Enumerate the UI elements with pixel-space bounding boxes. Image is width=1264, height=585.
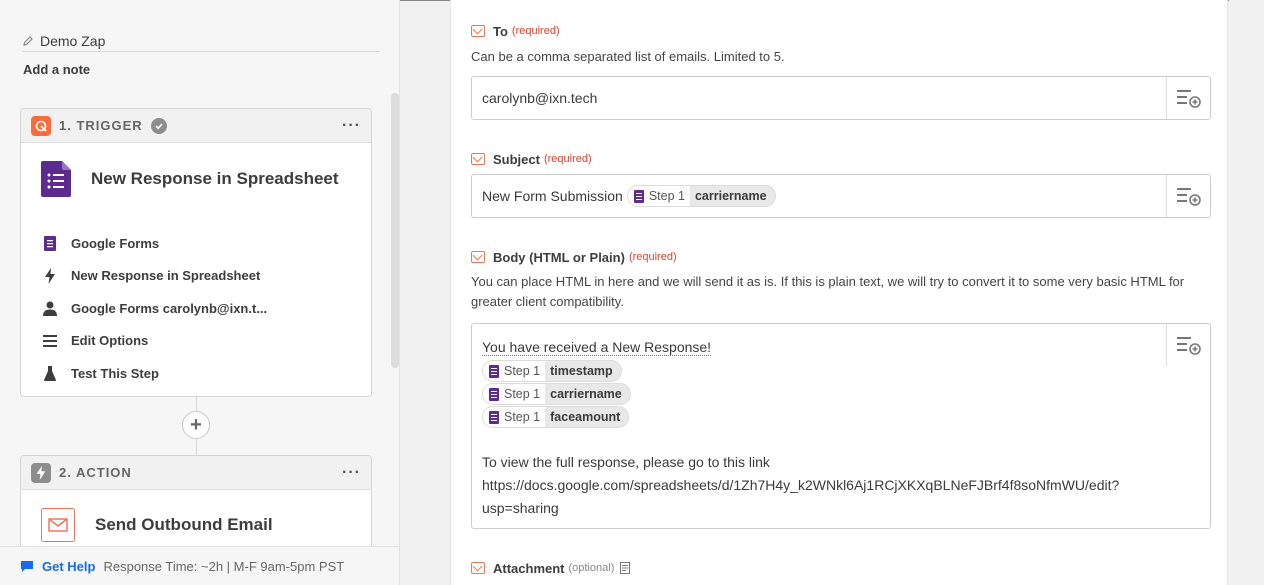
test-step-item[interactable]: Test This Step — [43, 357, 371, 390]
google-forms-icon — [489, 387, 499, 401]
trigger-event-label: New Response in Spreadsheet — [71, 268, 261, 284]
body-link-line1: https://docs.google.com/spreadsheets/d/1… — [482, 477, 1120, 493]
test-step-label: Test This Step — [71, 365, 159, 381]
attachment-label: Attachment — [493, 560, 565, 576]
trigger-account-item[interactable]: Google Forms carolynb@ixn.t... — [43, 292, 371, 325]
lines-icon — [43, 333, 57, 349]
lightning-icon — [31, 462, 51, 483]
data-pill[interactable]: Step 1 carriername — [626, 185, 776, 207]
google-forms-icon — [489, 410, 499, 424]
subject-input[interactable]: New Form Submission Step 1 carriername — [471, 174, 1211, 218]
insert-data-button[interactable] — [1166, 175, 1210, 217]
trigger-header-label: 1. TRIGGER — [59, 118, 143, 133]
data-pill[interactable]: Step 1 timestamp — [482, 360, 622, 383]
trigger-card[interactable]: 1. TRIGGER ··· New Response in Spreadshe… — [20, 108, 372, 397]
insert-data-icon — [1176, 90, 1201, 108]
more-options-icon[interactable]: ··· — [342, 464, 361, 480]
add-note-link[interactable]: Add a note — [23, 62, 90, 77]
data-pill[interactable]: Step 1 carriername — [482, 383, 631, 406]
email-icon — [471, 251, 485, 263]
trigger-app-label: Google Forms — [71, 235, 160, 251]
zap-name-text: Demo Zap — [40, 32, 106, 49]
insert-data-button[interactable] — [1166, 324, 1210, 366]
email-icon — [471, 25, 485, 37]
edit-options-label: Edit Options — [71, 333, 149, 349]
user-icon — [43, 300, 57, 316]
subject-required: (required) — [543, 153, 592, 165]
subject-prefix: New Form Submission — [482, 188, 623, 204]
left-panel: Demo Zap Add a note 1. TRIGGER ··· New R… — [0, 0, 400, 585]
right-canvas-edge — [1229, 0, 1264, 585]
lightning-icon — [43, 267, 57, 284]
subject-field: Subject (required) New Form Submission S… — [471, 151, 1211, 218]
google-forms-icon — [633, 189, 644, 203]
insert-data-icon — [1176, 337, 1201, 355]
response-time-text: Response Time: ~2h | M-F 9am-5pm PST — [103, 558, 345, 574]
more-options-icon[interactable]: ··· — [342, 117, 361, 133]
pill-step: Step 1 — [504, 363, 541, 378]
pill-value: carriername — [550, 386, 622, 401]
trigger-title: New Response in Spreadsheet — [91, 169, 339, 188]
zap-name-field[interactable]: Demo Zap — [22, 30, 380, 52]
subject-label: Subject — [493, 151, 540, 167]
google-forms-icon — [43, 235, 57, 251]
body-link-line2: usp=sharing — [482, 500, 559, 516]
google-forms-icon — [41, 161, 71, 197]
help-bar: Get Help Response Time: ~2h | M-F 9am-5p… — [0, 546, 399, 585]
attachment-field: Attachment (optional) — [471, 560, 1211, 576]
pill-step: Step 1 — [504, 386, 541, 401]
add-step-button[interactable]: + — [182, 411, 210, 439]
pencil-icon — [23, 35, 33, 46]
pill-step: Step 1 — [504, 409, 541, 424]
main-panel: To (required) Can be a comma separated l… — [450, 0, 1228, 585]
body-label: Body (HTML or Plain) — [493, 249, 625, 265]
trigger-account-label: Google Forms carolynb@ixn.t... — [71, 300, 268, 316]
action-title: Send Outbound Email — [95, 515, 273, 534]
pill-value: timestamp — [550, 363, 613, 378]
connector-line — [196, 439, 197, 455]
action-header-label: 2. ACTION — [59, 465, 132, 480]
flask-icon — [43, 365, 57, 381]
to-label: To — [493, 23, 508, 39]
action-card-header[interactable]: 2. ACTION ··· — [21, 456, 371, 490]
email-icon — [471, 153, 485, 165]
insert-data-icon — [1176, 188, 1201, 206]
email-icon — [471, 562, 485, 574]
edit-options-item[interactable]: Edit Options — [43, 325, 371, 358]
body-first-line: You have received a New Response! — [482, 339, 712, 356]
body-required: (required) — [628, 251, 677, 263]
google-forms-icon — [489, 364, 499, 378]
connector-line — [196, 397, 197, 411]
to-required: (required) — [511, 25, 560, 37]
pill-step: Step 1 — [648, 189, 685, 203]
chat-icon — [21, 560, 33, 572]
trigger-app-item[interactable]: Google Forms — [43, 227, 371, 260]
insert-data-button[interactable] — [1166, 77, 1210, 119]
body-link-intro: To view the full response, please go to … — [482, 454, 770, 470]
trigger-icon — [31, 115, 51, 136]
data-pill[interactable]: Step 1 faceamount — [482, 406, 630, 429]
get-help-link[interactable]: Get Help — [42, 559, 95, 574]
to-input[interactable]: carolynb@ixn.tech — [471, 76, 1211, 120]
trigger-card-header[interactable]: 1. TRIGGER ··· — [21, 109, 371, 143]
email-app-icon — [41, 508, 75, 542]
check-icon — [150, 117, 167, 134]
to-value: carolynb@ixn.tech — [482, 90, 598, 106]
pill-value: carriername — [694, 189, 767, 203]
body-help: You can place HTML in here and we will s… — [471, 274, 1185, 309]
trigger-event-item[interactable]: New Response in Spreadsheet — [43, 260, 371, 293]
pill-value: faceamount — [550, 409, 621, 424]
to-field: To (required) Can be a comma separated l… — [471, 23, 1211, 120]
scrollbar[interactable] — [391, 93, 399, 368]
body-field: Body (HTML or Plain) (required) You can … — [471, 249, 1211, 529]
body-input[interactable]: You have received a New Response! Step 1… — [471, 323, 1211, 529]
document-icon — [620, 562, 631, 574]
attachment-optional: (optional) — [568, 562, 615, 574]
to-help: Can be a comma separated list of emails.… — [471, 49, 785, 64]
